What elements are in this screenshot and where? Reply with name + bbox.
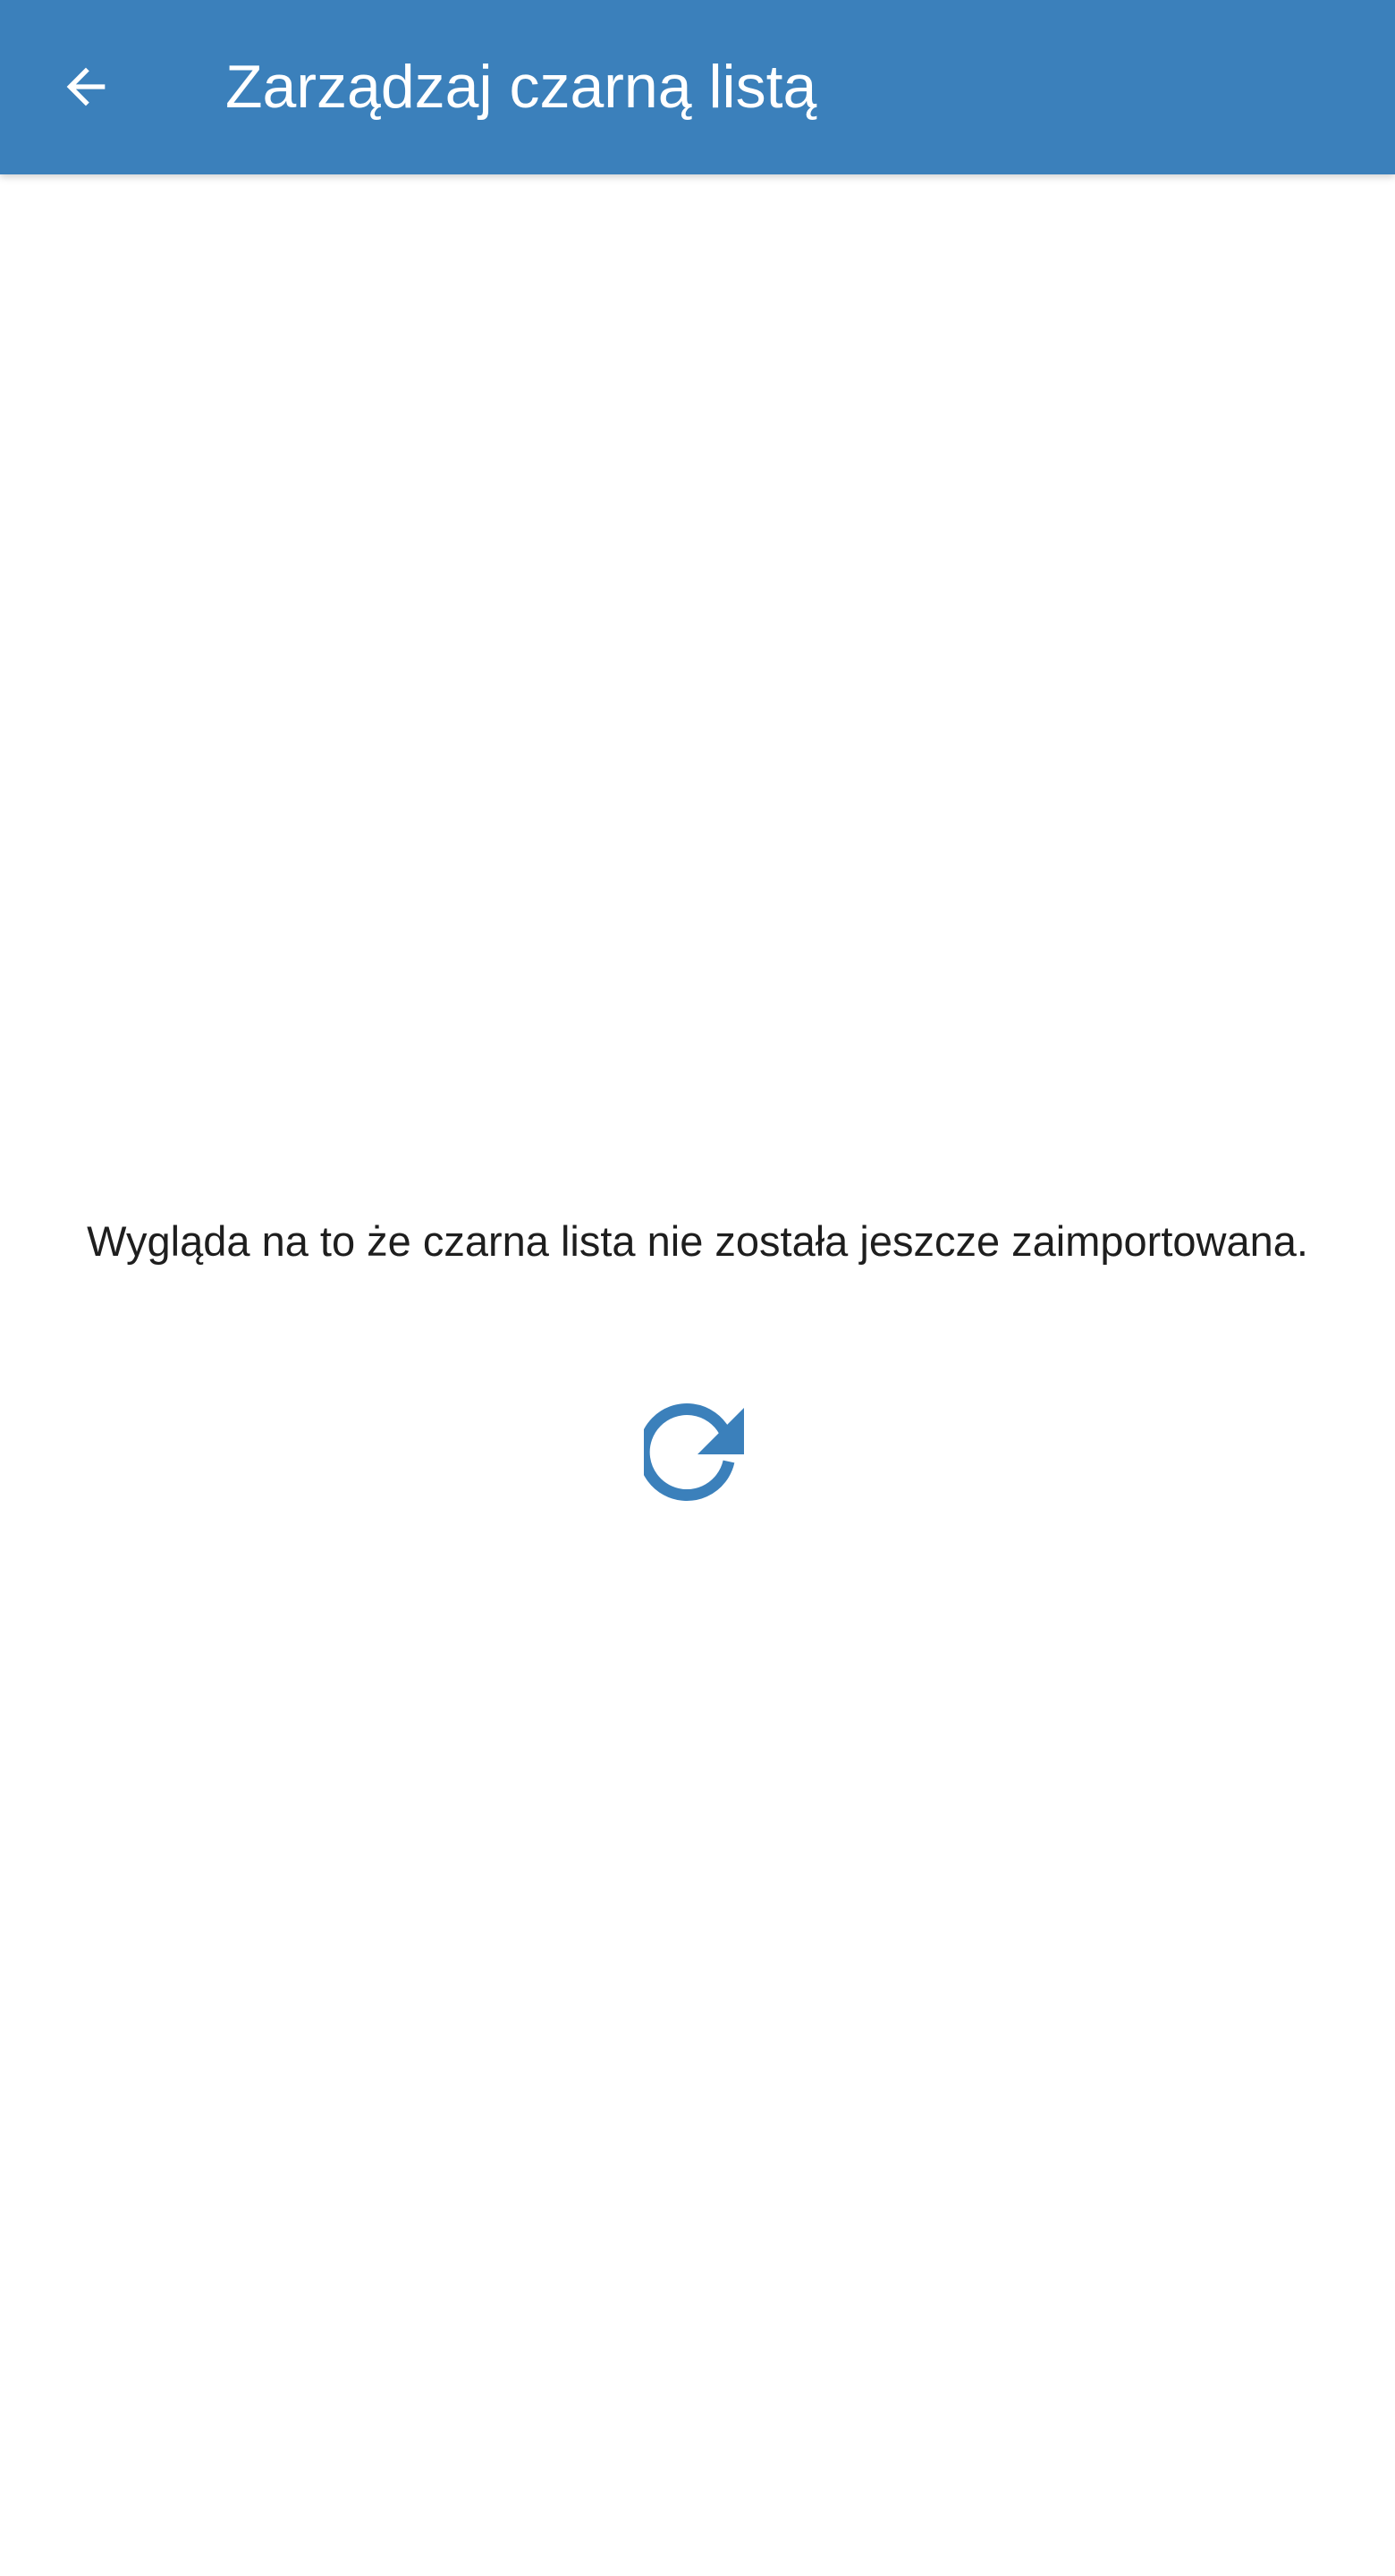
refresh-button[interactable] (626, 1385, 769, 1528)
empty-state-message: Wygląda na to że czarna lista nie został… (87, 1217, 1308, 1265)
page-title: Zarządzaj czarną listą (225, 53, 817, 121)
arrow-back-icon (66, 67, 106, 106)
blacklist-screen: Zarządzaj czarną listą Wygląda na to że … (0, 0, 1395, 2576)
back-button[interactable] (43, 44, 129, 130)
refresh-icon (644, 1403, 744, 1501)
app-toolbar: Zarządzaj czarną listą (0, 0, 1395, 174)
